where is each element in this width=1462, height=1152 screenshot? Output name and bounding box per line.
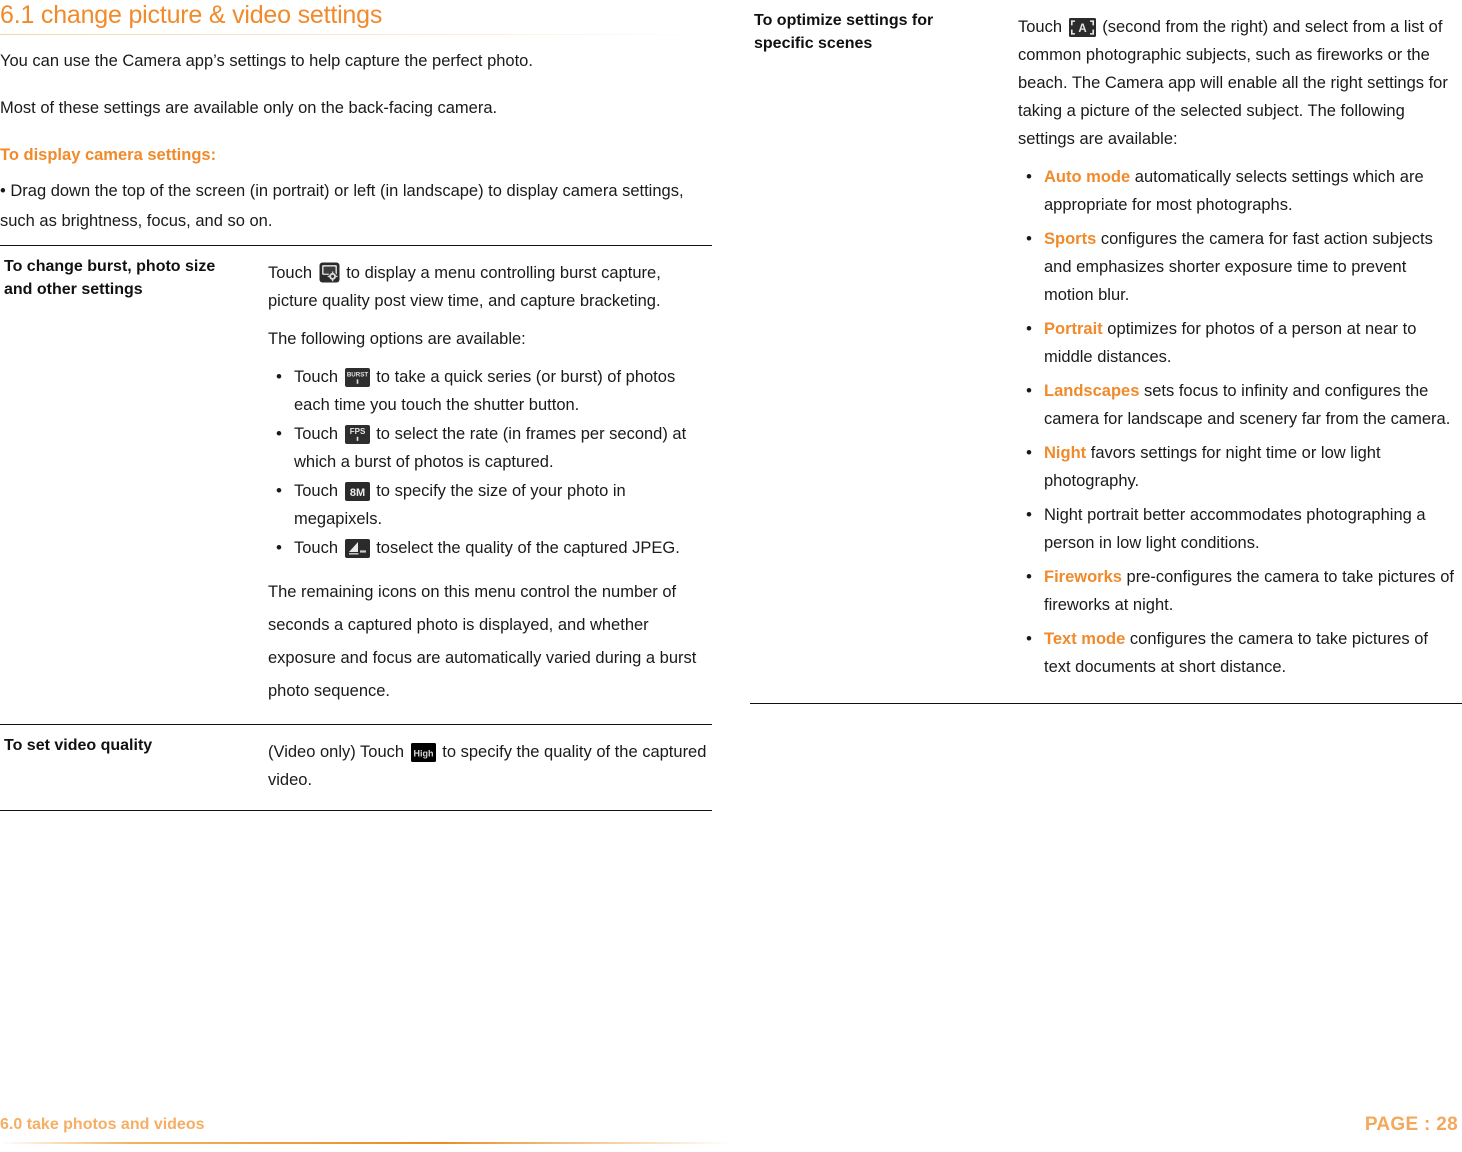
- scene-mode-term: Text mode: [1044, 630, 1126, 648]
- svg-text:FPS: FPS: [349, 427, 365, 436]
- right-settings-table: To optimize settings for specific scenes…: [750, 0, 1462, 704]
- touch-word: Touch: [268, 264, 313, 282]
- touch-word: Touch: [1018, 18, 1063, 36]
- scene-mode-term: Fireworks: [1044, 568, 1122, 586]
- svg-text:High: High: [413, 748, 433, 758]
- desc-paragraph: Touch to display a menu controlling burs…: [268, 259, 708, 315]
- list-item: Touch FPS to select the rate (in frames …: [268, 420, 708, 476]
- burst-options-list: Touch BURST to take a quick series (or b…: [268, 363, 708, 562]
- list-item: Touch toselect the quality of the captur…: [268, 534, 708, 562]
- row-label-scene-settings: To optimize settings for specific scenes: [750, 0, 1006, 704]
- touch-word: Touch: [294, 368, 339, 386]
- scene-mode-text: favors settings for night time or low li…: [1044, 444, 1381, 490]
- jpeg-quality-icon: [344, 539, 370, 558]
- list-item: Portrait optimizes for photos of a perso…: [1018, 315, 1458, 371]
- scene-auto-icon: A: [1068, 18, 1096, 37]
- list-item-text: toselect the quality of the captured JPE…: [376, 539, 680, 557]
- list-item: Night favors settings for night time or …: [1018, 439, 1458, 495]
- scene-mode-term: Auto mode: [1044, 168, 1131, 186]
- row-desc-scene-settings: Touch A (second from the right) and sele…: [1006, 0, 1462, 704]
- desc-following-options: The following options are available:: [268, 330, 526, 348]
- scene-modes-list: Auto mode automatically selects settings…: [1018, 163, 1458, 681]
- desc-paragraph: Touch A (second from the right) and sele…: [1018, 13, 1458, 153]
- list-item: Landscapes sets focus to infinity and co…: [1018, 377, 1458, 433]
- camera-settings-icon: [319, 262, 340, 283]
- row-label-burst-settings: To change burst, photo size and other se…: [0, 245, 256, 725]
- desc-text: (second from the right) and select from …: [1018, 18, 1448, 148]
- table-row: To optimize settings for specific scenes…: [750, 0, 1462, 704]
- scene-mode-term: Landscapes: [1044, 382, 1140, 400]
- desc-remaining-icons: The remaining icons on this menu control…: [268, 583, 697, 700]
- svg-text:8M: 8M: [349, 487, 364, 499]
- left-column: 6.1 change picture & video settings You …: [0, 0, 712, 811]
- page-title: 6.1 change picture & video settings: [0, 1, 383, 29]
- footer-chapter-label: 6.0 take photos and videos: [0, 1116, 205, 1133]
- footer-page-number: PAGE : 28: [1364, 1114, 1458, 1135]
- row-desc-video-quality: (Video only) Touch High to specify the q…: [256, 724, 712, 811]
- list-item: Touch 8M to specify the size of your pho…: [268, 477, 708, 533]
- scene-mode-text: Night portrait better accommodates photo…: [1044, 506, 1426, 552]
- svg-text:BURST: BURST: [346, 372, 368, 379]
- list-item: Touch BURST to take a quick series (or b…: [268, 363, 708, 419]
- touch-word: Touch: [294, 482, 339, 500]
- row-desc-burst-settings: Touch to display a menu controlling burs…: [256, 245, 712, 725]
- fps-icon: FPS: [344, 425, 370, 444]
- scene-mode-text: configures the camera for fast action su…: [1044, 230, 1433, 304]
- touch-word: Touch: [294, 425, 339, 443]
- table-row: To set video quality (Video only) Touch …: [0, 724, 712, 811]
- title-divider: [0, 34, 712, 35]
- burst-icon: BURST: [344, 368, 370, 387]
- subheading-display-camera-settings: To display camera settings:: [0, 146, 217, 164]
- touch-word: Touch: [294, 539, 339, 557]
- list-item: Sports configures the camera for fast ac…: [1018, 225, 1458, 309]
- svg-text:A: A: [1078, 23, 1086, 35]
- page-footer: 6.0 take photos and videos PAGE : 28: [0, 1092, 1462, 1152]
- footer-divider: [0, 1141, 731, 1144]
- table-row: To change burst, photo size and other se…: [0, 245, 712, 725]
- bullet-drag-down: • Drag down the top of the screen (in po…: [0, 182, 684, 230]
- scene-mode-term: Night: [1044, 444, 1087, 462]
- megapixel-8m-icon: 8M: [344, 482, 370, 501]
- video-quality-high-icon: High: [410, 743, 436, 762]
- intro-paragraph-1: You can use the Camera app’s settings to…: [0, 52, 533, 70]
- list-item: Auto mode automatically selects settings…: [1018, 163, 1458, 219]
- row-label-video-quality: To set video quality: [0, 724, 256, 811]
- list-item: Fireworks pre-configures the camera to t…: [1018, 563, 1458, 619]
- intro-paragraph-2: Most of these settings are available onl…: [0, 99, 498, 117]
- left-settings-table: To change burst, photo size and other se…: [0, 245, 712, 811]
- scene-mode-term: Sports: [1044, 230, 1097, 248]
- scene-mode-term: Portrait: [1044, 320, 1103, 338]
- manual-page: 6.1 change picture & video settings You …: [0, 0, 1462, 1152]
- desc-text-before-icon: (Video only) Touch: [268, 743, 405, 761]
- right-column: To optimize settings for specific scenes…: [750, 0, 1462, 704]
- list-item: Text mode configures the camera to take …: [1018, 625, 1458, 681]
- list-item: Night portrait better accommodates photo…: [1018, 501, 1458, 557]
